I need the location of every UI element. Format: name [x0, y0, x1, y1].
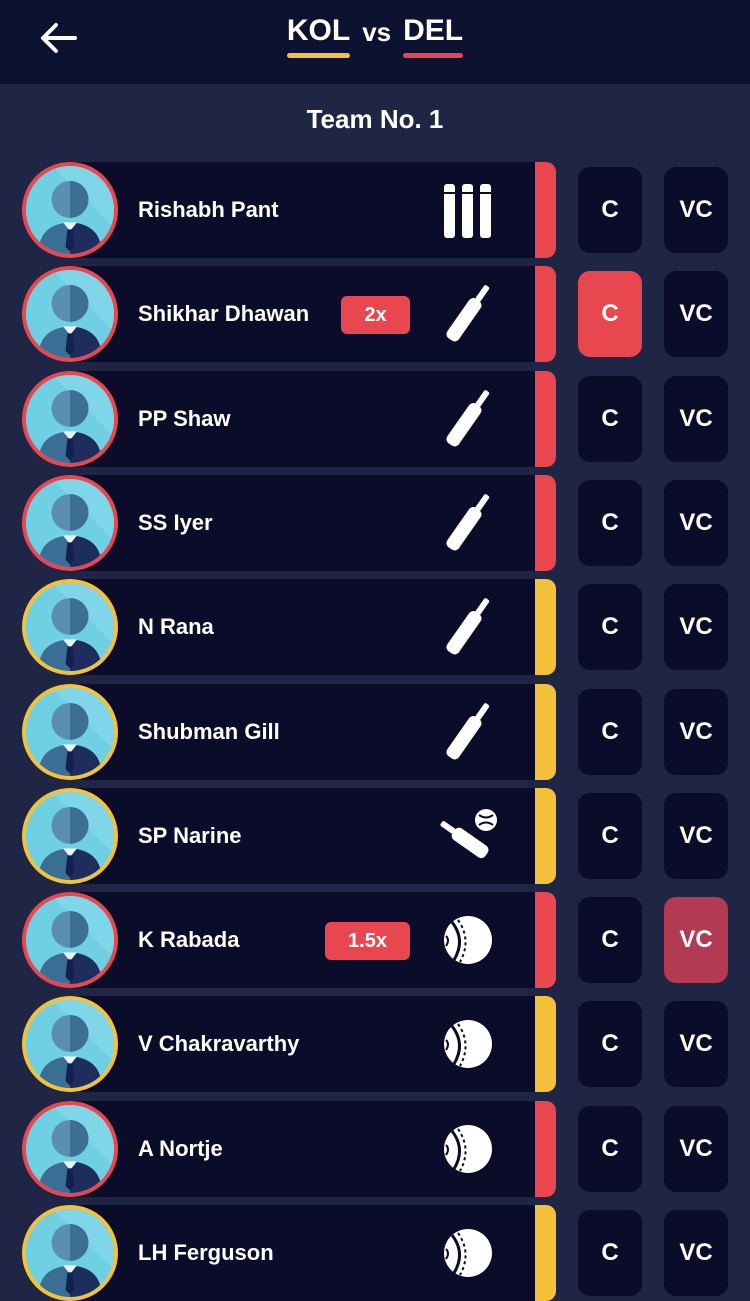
vice-captain-button[interactable]: VC: [664, 792, 728, 879]
vice-captain-button[interactable]: VC: [664, 1105, 728, 1192]
player-avatar: [22, 787, 118, 884]
player-avatar: [22, 892, 118, 989]
ball-icon: [436, 1223, 500, 1283]
player-row: Shubman Gill C VC: [0, 683, 750, 780]
player-row: LH Ferguson C VC: [0, 1205, 750, 1301]
ball-icon: [436, 1119, 500, 1179]
captain-button[interactable]: C: [578, 688, 642, 775]
player-row: K Rabada 1.5x C VC: [0, 892, 750, 989]
bat-icon: [436, 389, 500, 449]
team-a-underline: [286, 53, 351, 58]
bat-icon: [436, 597, 500, 657]
vice-captain-button[interactable]: VC: [664, 688, 728, 775]
vice-captain-button[interactable]: VC: [664, 167, 728, 253]
player-avatar: [22, 474, 118, 571]
player-name: SP Narine: [138, 822, 242, 848]
bat-icon: [436, 493, 500, 553]
vice-captain-button[interactable]: VC: [664, 897, 728, 984]
player-name: K Rabada: [138, 927, 240, 953]
team-b-label: DEL: [403, 14, 464, 58]
player-name: PP Shaw: [138, 405, 231, 431]
player-row: N Rana C VC: [0, 579, 750, 676]
team-color-strip: [535, 579, 556, 676]
captain-button[interactable]: C: [578, 167, 642, 253]
vice-captain-button[interactable]: VC: [664, 1210, 728, 1296]
team-color-strip: [535, 892, 556, 989]
vice-captain-button[interactable]: VC: [664, 1001, 728, 1088]
player-row: SP Narine C VC: [0, 787, 750, 884]
captain-button[interactable]: C: [578, 479, 642, 566]
team-color-strip: [535, 1205, 556, 1301]
player-card[interactable]: K Rabada 1.5x: [22, 892, 556, 989]
top-bar: KOL vs DEL: [0, 0, 750, 84]
player-row: PP Shaw C VC: [0, 370, 750, 467]
player-name: N Rana: [138, 614, 214, 640]
vice-captain-button[interactable]: VC: [664, 479, 728, 566]
bat-ball-icon: [436, 806, 500, 866]
player-name: Shikhar Dhawan: [138, 301, 310, 327]
player-card[interactable]: LH Ferguson: [22, 1205, 556, 1301]
player-avatar: [22, 996, 118, 1093]
player-card[interactable]: Shubman Gill: [22, 683, 556, 780]
team-color-strip: [535, 787, 556, 884]
player-row: Shikhar Dhawan 2x C VC: [0, 266, 750, 363]
player-card[interactable]: V Chakravarthy: [22, 996, 556, 1093]
bat-icon: [436, 702, 500, 762]
team-color-strip: [535, 996, 556, 1093]
captain-button[interactable]: C: [578, 897, 642, 984]
team-b-underline: [403, 53, 464, 58]
player-name: Shubman Gill: [138, 718, 280, 744]
player-row: SS Iyer C VC: [0, 474, 750, 571]
team-a-label: KOL: [286, 14, 351, 58]
team-number-title: Team No. 1: [306, 104, 444, 134]
match-title: KOL vs DEL: [0, 14, 750, 64]
player-card[interactable]: Shikhar Dhawan 2x: [22, 266, 556, 363]
team-color-strip: [535, 266, 556, 363]
captain-button[interactable]: C: [578, 375, 642, 462]
player-row: A Nortje C VC: [0, 1100, 750, 1197]
points-multiplier-badge: 1.5x: [325, 922, 410, 961]
player-name: Rishabh Pant: [138, 197, 279, 222]
player-avatar: [22, 1100, 118, 1197]
stumps-icon: [436, 180, 500, 240]
player-card[interactable]: Rishabh Pant: [22, 162, 556, 258]
ball-icon: [436, 910, 500, 970]
captain-button[interactable]: C: [578, 1210, 642, 1296]
vice-captain-button[interactable]: VC: [664, 271, 728, 358]
player-card[interactable]: SP Narine: [22, 787, 556, 884]
player-avatar: [22, 579, 118, 676]
ball-icon: [436, 1014, 500, 1074]
team-color-strip: [535, 162, 556, 258]
player-card[interactable]: N Rana: [22, 579, 556, 676]
team-color-strip: [535, 683, 556, 780]
captain-button[interactable]: C: [578, 584, 642, 671]
player-avatar: [22, 1205, 118, 1301]
player-avatar: [22, 266, 118, 363]
player-row: V Chakravarthy C VC: [0, 996, 750, 1093]
player-name: A Nortje: [138, 1135, 223, 1161]
player-name: V Chakravarthy: [138, 1031, 300, 1057]
captain-button[interactable]: C: [578, 1001, 642, 1088]
player-card[interactable]: A Nortje: [22, 1100, 556, 1197]
player-avatar: [22, 370, 118, 467]
captain-button[interactable]: C: [578, 1105, 642, 1192]
team-color-strip: [535, 370, 556, 467]
team-color-strip: [535, 1100, 556, 1197]
vs-label: vs: [362, 17, 392, 47]
player-card[interactable]: PP Shaw: [22, 370, 556, 467]
bat-icon: [436, 284, 500, 344]
player-avatar: [22, 683, 118, 780]
points-multiplier-badge: 2x: [341, 296, 410, 335]
player-avatar: [22, 162, 118, 258]
player-card[interactable]: SS Iyer: [22, 474, 556, 571]
captain-button[interactable]: C: [578, 792, 642, 879]
player-name: SS Iyer: [138, 509, 213, 535]
team-color-strip: [535, 474, 556, 571]
player-name: LH Ferguson: [138, 1240, 274, 1265]
player-row: Rishabh Pant C VC: [0, 162, 750, 258]
vice-captain-button[interactable]: VC: [664, 584, 728, 671]
captain-button[interactable]: C: [578, 271, 642, 358]
vice-captain-button[interactable]: VC: [664, 375, 728, 462]
